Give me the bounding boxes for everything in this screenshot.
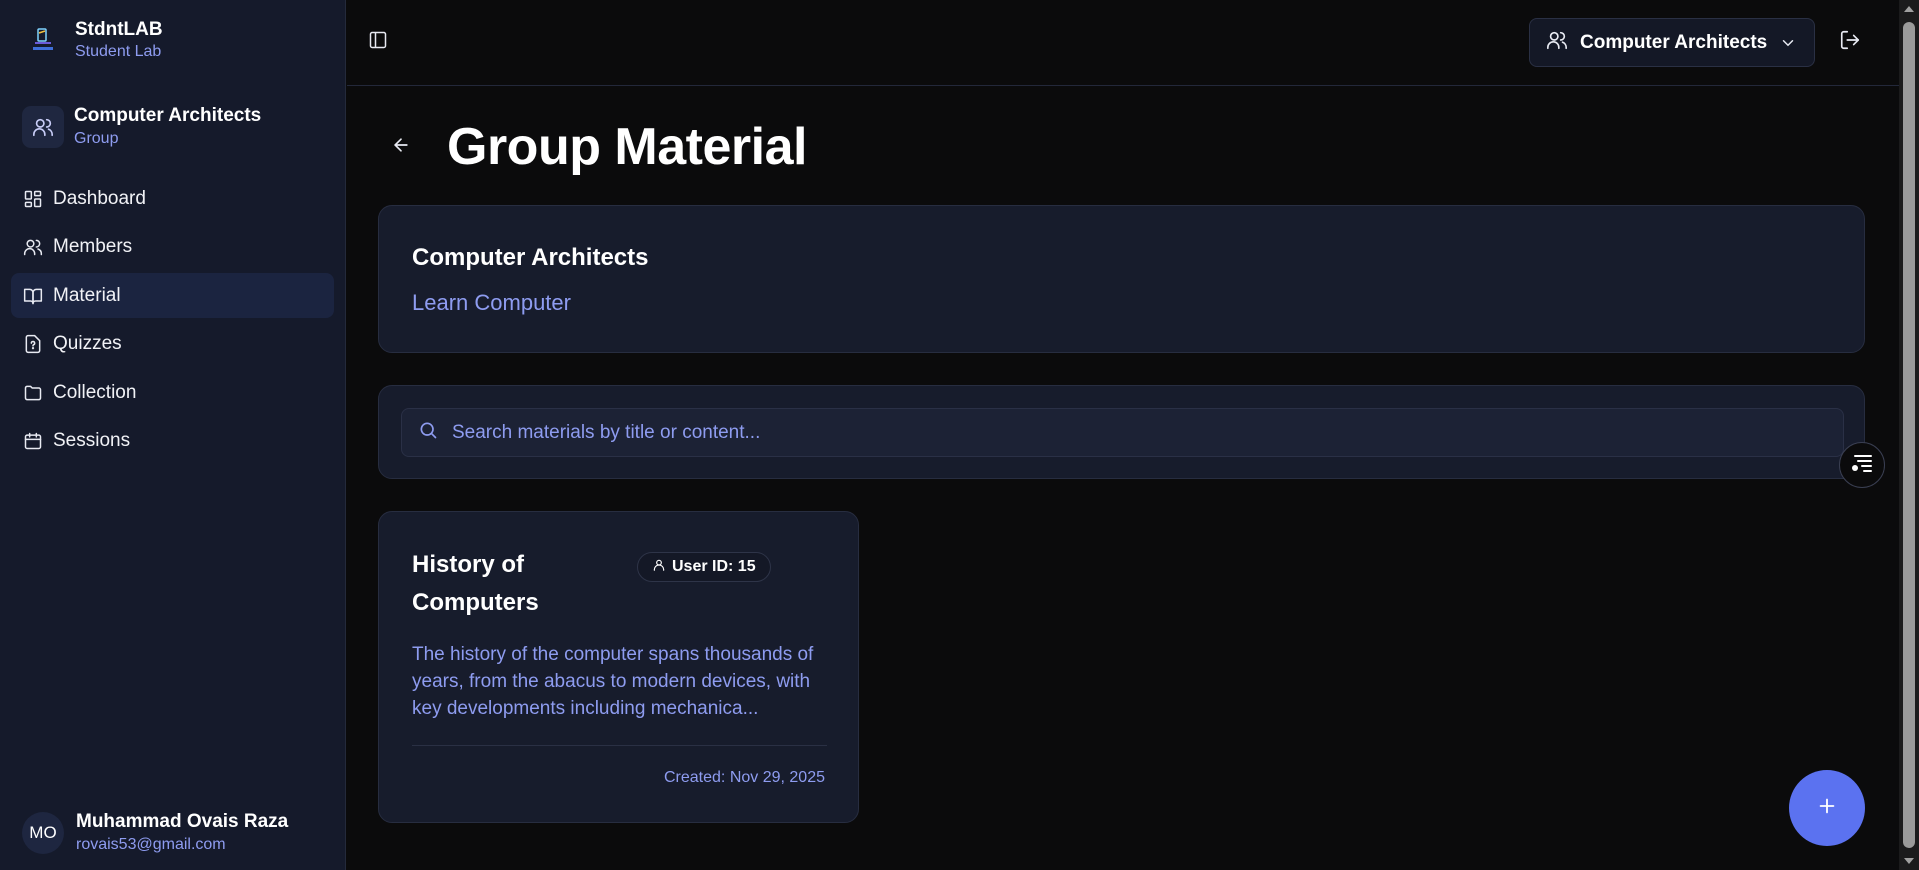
scroll-up-icon[interactable] [1904, 6, 1914, 12]
chevron-down-icon [1779, 34, 1797, 52]
add-material-button[interactable] [1789, 770, 1865, 846]
user-email: rovais53@gmail.com [76, 836, 226, 853]
arrow-left-icon [391, 135, 411, 160]
sidebar-item-label: Members [53, 236, 133, 258]
filter-button[interactable] [1839, 442, 1885, 488]
panel-left-icon [368, 30, 388, 55]
scroll-down-icon[interactable] [1904, 858, 1914, 864]
page-title: Group Material [447, 118, 807, 176]
divider [412, 745, 827, 746]
group-selector-button[interactable]: Computer Architects [1529, 18, 1815, 67]
users-icon [22, 106, 64, 148]
group-title: Computer Architects [74, 105, 262, 126]
sidebar-item-label: Material [53, 284, 121, 306]
sidebar-item-label: Sessions [53, 430, 131, 452]
search-input[interactable] [452, 421, 1843, 444]
book-open-icon [23, 286, 43, 306]
material-description: The history of the computer spans thousa… [412, 644, 814, 719]
sidebar-toggle-button[interactable] [365, 29, 391, 55]
brand-logo-icon [23, 20, 63, 60]
search-field[interactable] [401, 408, 1844, 457]
page-scrollbar[interactable] [1899, 0, 1919, 870]
sidebar-nav: Dashboard Members Material Quizzes Colle… [11, 176, 334, 468]
group-info-title: Computer Architects [412, 244, 649, 271]
brand-title: StdntLAB [75, 19, 163, 40]
sidebar-item-dashboard[interactable]: Dashboard [11, 176, 334, 221]
search-card [378, 385, 1865, 479]
user-id-label: User ID: 15 [672, 558, 756, 575]
users-icon [23, 237, 43, 257]
sidebar: StdntLAB Student Lab Computer Architects… [0, 0, 346, 870]
folder-icon [23, 383, 43, 403]
logout-icon [1839, 29, 1861, 56]
sidebar-item-label: Collection [53, 381, 137, 403]
group-subtitle: Group [74, 130, 119, 147]
brand[interactable]: StdntLAB Student Lab [23, 18, 163, 62]
sidebar-item-members[interactable]: Members [11, 225, 334, 270]
plus-icon [1816, 795, 1838, 822]
user-profile[interactable]: MO Muhammad Ovais Raza rovais53@gmail.co… [22, 810, 288, 856]
sidebar-item-collection[interactable]: Collection [11, 370, 334, 415]
sidebar-item-quizzes[interactable]: Quizzes [11, 322, 334, 367]
avatar: MO [22, 812, 64, 854]
group-info-card: Computer Architects Learn Computer [378, 205, 1865, 353]
sidebar-item-label: Dashboard [53, 187, 146, 209]
sidebar-item-label: Quizzes [53, 333, 122, 355]
scrollbar-thumb[interactable] [1903, 22, 1915, 848]
back-button[interactable] [388, 134, 414, 160]
sidebar-item-material[interactable]: Material [11, 273, 334, 319]
user-id-badge: User ID: 15 [637, 552, 771, 582]
filter-list-icon [1850, 452, 1874, 479]
current-group: Computer Architects Group [22, 104, 261, 150]
quiz-icon [23, 334, 43, 354]
user-icon [652, 558, 666, 577]
logout-button[interactable] [1837, 29, 1863, 55]
calendar-icon [23, 431, 43, 451]
dashboard-icon [23, 189, 43, 209]
material-title: History of Computers [412, 551, 539, 616]
user-name: Muhammad Ovais Raza [76, 811, 289, 832]
brand-subtitle: Student Lab [75, 43, 162, 60]
topbar: Computer Architects [347, 0, 1899, 86]
material-card[interactable]: History of Computers User ID: 15 The his… [378, 511, 859, 823]
group-selector-label: Computer Architects [1580, 31, 1768, 53]
search-icon [418, 420, 438, 445]
sidebar-item-sessions[interactable]: Sessions [11, 419, 334, 464]
users-icon [1546, 29, 1568, 56]
group-info-description: Learn Computer [412, 290, 571, 315]
material-created-date: Created: Nov 29, 2025 [664, 769, 825, 786]
